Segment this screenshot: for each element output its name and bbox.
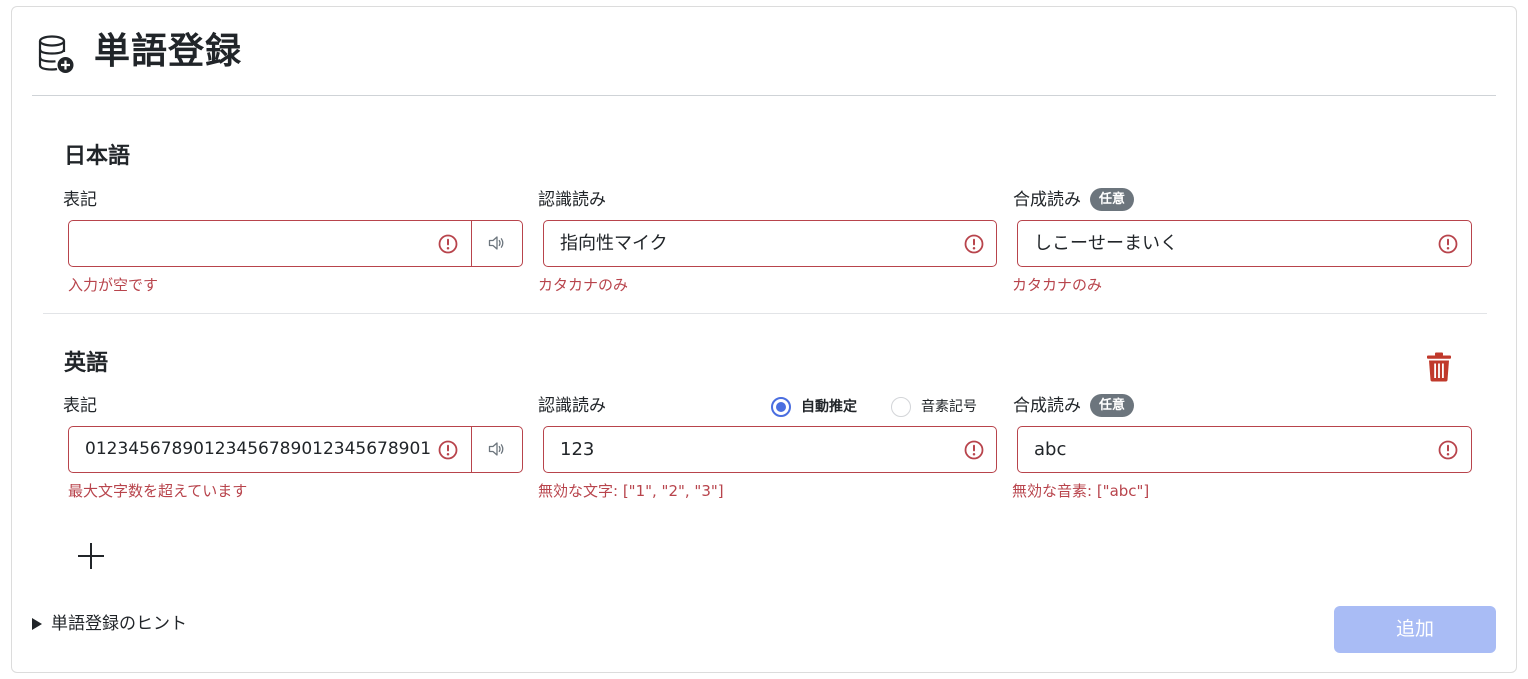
input-value: 123 — [560, 439, 595, 460]
error-message: 無効な文字: ["1", "2", "3"] — [538, 482, 724, 500]
error-icon — [964, 234, 984, 254]
japanese-surface-input[interactable] — [68, 220, 523, 267]
database-add-icon — [38, 35, 74, 73]
optional-badge: 任意 — [1090, 188, 1135, 211]
error-icon — [1438, 440, 1458, 460]
word-registration-card: 単語登録 日本語 表記 入力が空です 認識読み 指向性マイク カタカナのみ 合成… — [11, 6, 1517, 673]
synthesis-label-wrap: 合成読み 任意 — [1013, 394, 1135, 418]
japanese-synthesis-input[interactable]: しこーせーまいく — [1017, 220, 1472, 267]
card-header: 単語登録 — [32, 7, 1496, 96]
hint-label: 単語登録のヒント — [51, 614, 187, 634]
error-message: 最大文字数を超えています — [68, 482, 248, 500]
error-icon — [438, 440, 458, 460]
play-sound-button[interactable] — [471, 427, 522, 472]
plus-icon[interactable] — [76, 541, 106, 571]
radio-selected-icon — [771, 397, 791, 417]
section-title-english: 英語 — [64, 351, 109, 376]
section-title-japanese: 日本語 — [64, 144, 131, 169]
japanese-recognition-input[interactable]: 指向性マイク — [543, 220, 997, 267]
optional-badge: 任意 — [1090, 394, 1135, 417]
surface-label: 表記 — [63, 190, 97, 210]
page-title: 単語登録 — [94, 31, 243, 72]
error-message: 無効な音素: ["abc"] — [1012, 482, 1150, 500]
radio-label: 音素記号 — [921, 399, 977, 415]
error-icon — [964, 440, 984, 460]
section-divider — [43, 313, 1487, 314]
error-message: カタカナのみ — [538, 276, 629, 294]
disclosure-triangle-icon — [32, 618, 42, 630]
synthesis-label: 合成読み — [1013, 190, 1081, 210]
input-value: 指向性マイク — [560, 233, 668, 254]
recognition-label: 認識読み — [538, 190, 606, 210]
error-icon — [1438, 234, 1458, 254]
error-message: 入力が空です — [68, 276, 159, 294]
input-value: 012345678901234567890123456789012345 — [85, 439, 432, 459]
english-recognition-input[interactable]: 123 — [543, 426, 997, 473]
speaker-icon — [488, 235, 506, 251]
synthesis-label-wrap: 合成読み 任意 — [1013, 188, 1135, 212]
error-icon — [438, 234, 458, 254]
radio-unselected-icon — [891, 397, 911, 417]
hint-toggle[interactable]: 単語登録のヒント — [32, 611, 187, 637]
trash-icon[interactable] — [1426, 352, 1452, 382]
error-message: カタカナのみ — [1012, 276, 1103, 294]
speaker-icon — [488, 441, 506, 457]
play-sound-button[interactable] — [471, 221, 522, 266]
recognition-mode-radio-group: 自動推定 音素記号 — [771, 395, 991, 419]
surface-label: 表記 — [63, 396, 97, 416]
english-synthesis-input[interactable]: abc — [1017, 426, 1472, 473]
add-button[interactable]: 追加 — [1334, 606, 1496, 653]
radio-label: 自動推定 — [801, 399, 857, 415]
english-surface-input[interactable]: 012345678901234567890123456789012345 — [68, 426, 523, 473]
input-value: abc — [1034, 439, 1067, 460]
synthesis-label: 合成読み — [1013, 396, 1081, 416]
input-value: しこーせーまいく — [1034, 233, 1178, 254]
recognition-label: 認識読み — [538, 396, 606, 416]
